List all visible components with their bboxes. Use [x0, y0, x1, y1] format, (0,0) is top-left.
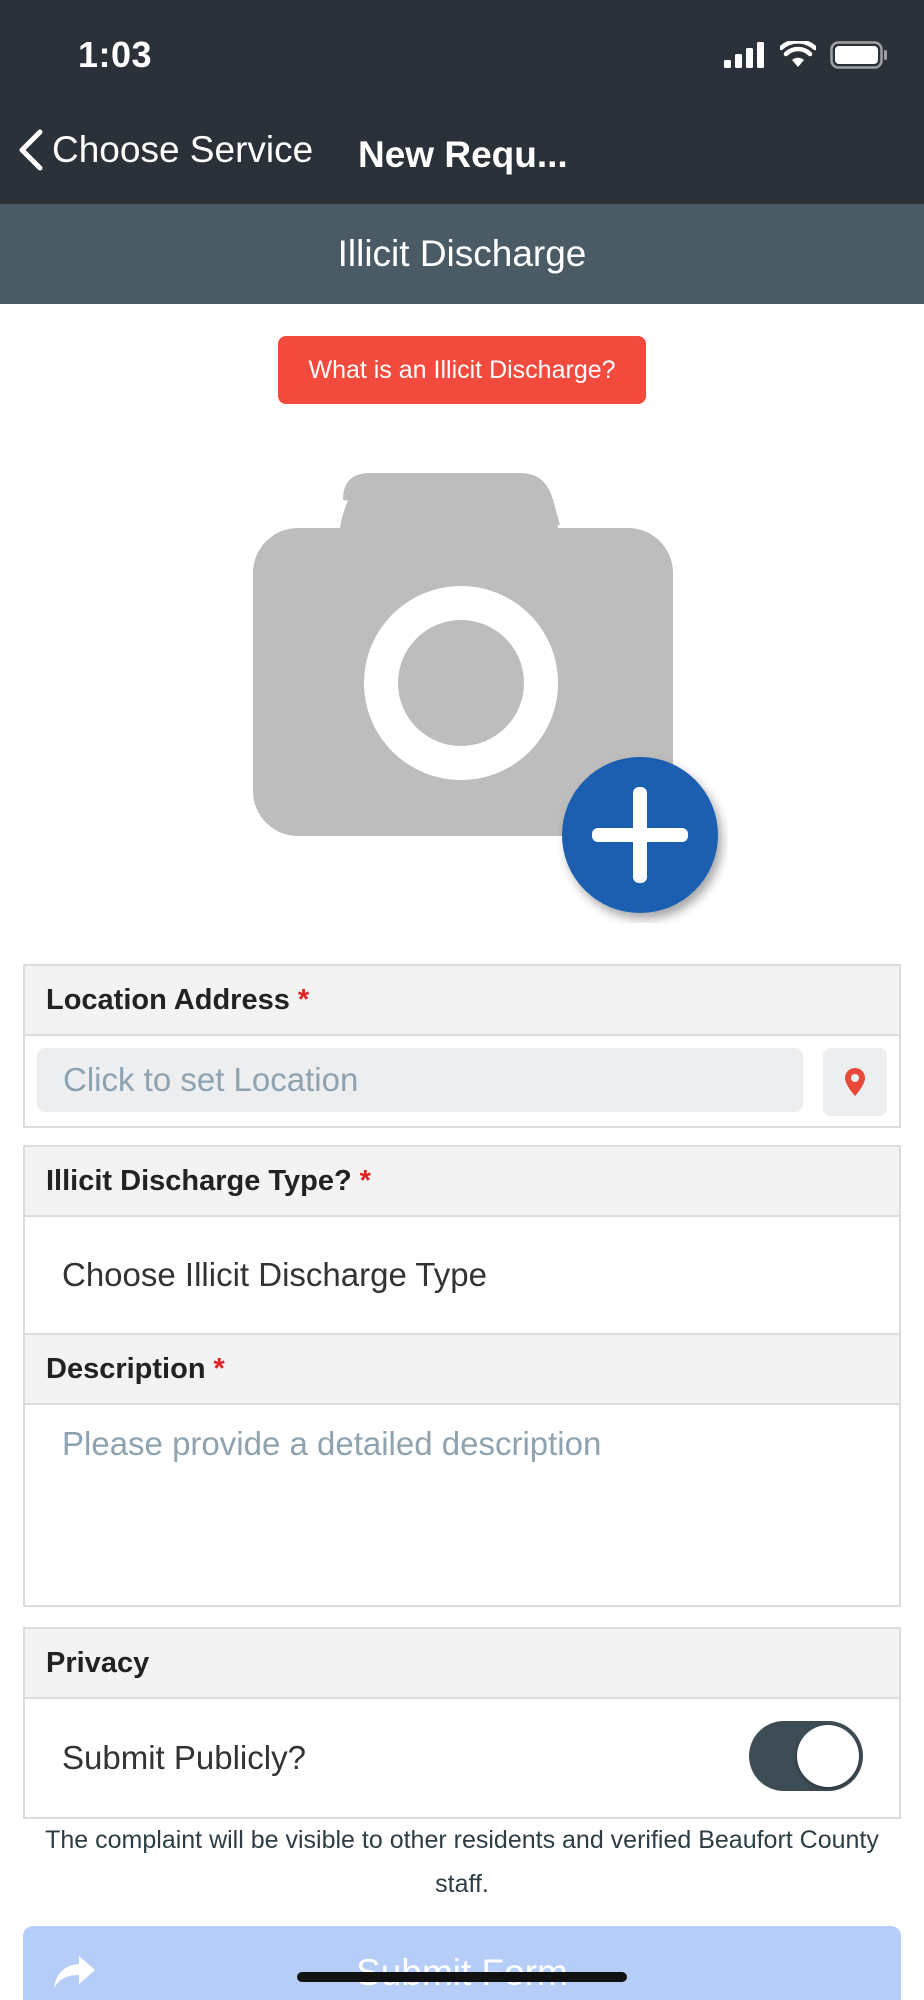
submit-publicly-label: Submit Publicly? — [62, 1739, 306, 1776]
required-marker: * — [359, 1164, 371, 1197]
location-row — [25, 1036, 899, 1126]
submit-button[interactable]: Submit Form — [23, 1926, 901, 2000]
description-label: Description * — [25, 1335, 899, 1405]
privacy-card: Privacy Submit Publicly? — [23, 1627, 901, 1819]
location-card: Location Address * — [23, 964, 901, 1128]
toggle-knob — [797, 1725, 859, 1787]
discharge-type-select[interactable]: Choose Illicit Discharge Type — [25, 1217, 899, 1335]
info-button[interactable]: What is an Illicit Discharge? — [278, 336, 646, 404]
submit-publicly-toggle[interactable] — [749, 1721, 863, 1791]
required-marker: * — [213, 1352, 225, 1385]
location-input[interactable] — [37, 1048, 803, 1112]
add-icon — [562, 757, 718, 913]
top-bar: 1:03 Choose Service New Requ... — [0, 0, 924, 204]
privacy-note: The complaint will be visible to other r… — [45, 1826, 879, 1898]
home-indicator — [297, 1972, 627, 1982]
description-textarea[interactable]: Please provide a detailed description — [25, 1405, 899, 1605]
location-label: Location Address * — [25, 966, 899, 1036]
service-title: Illicit Discharge — [337, 233, 587, 274]
status-icons — [724, 40, 888, 70]
wifi-icon — [780, 41, 816, 67]
chevron-left-icon — [19, 129, 43, 171]
submit-publicly-row: Submit Publicly? — [25, 1699, 899, 1817]
cellular-signal-icon — [724, 42, 764, 68]
details-card: Illicit Discharge Type? * Choose Illicit… — [23, 1145, 901, 1607]
status-time: 1:03 — [78, 34, 153, 75]
battery-icon — [830, 41, 887, 69]
map-pin-icon — [845, 1068, 865, 1096]
add-photo-button[interactable] — [248, 470, 728, 920]
back-button[interactable]: Choose Service — [16, 128, 313, 172]
privacy-label: Privacy — [25, 1629, 899, 1699]
set-location-button[interactable] — [823, 1048, 887, 1116]
nav-title: New Requ... — [358, 134, 568, 175]
discharge-type-label: Illicit Discharge Type? * — [25, 1147, 899, 1217]
service-title-bar: Illicit Discharge — [0, 204, 924, 304]
required-marker: * — [297, 983, 310, 1016]
back-label: Choose Service — [52, 129, 314, 170]
